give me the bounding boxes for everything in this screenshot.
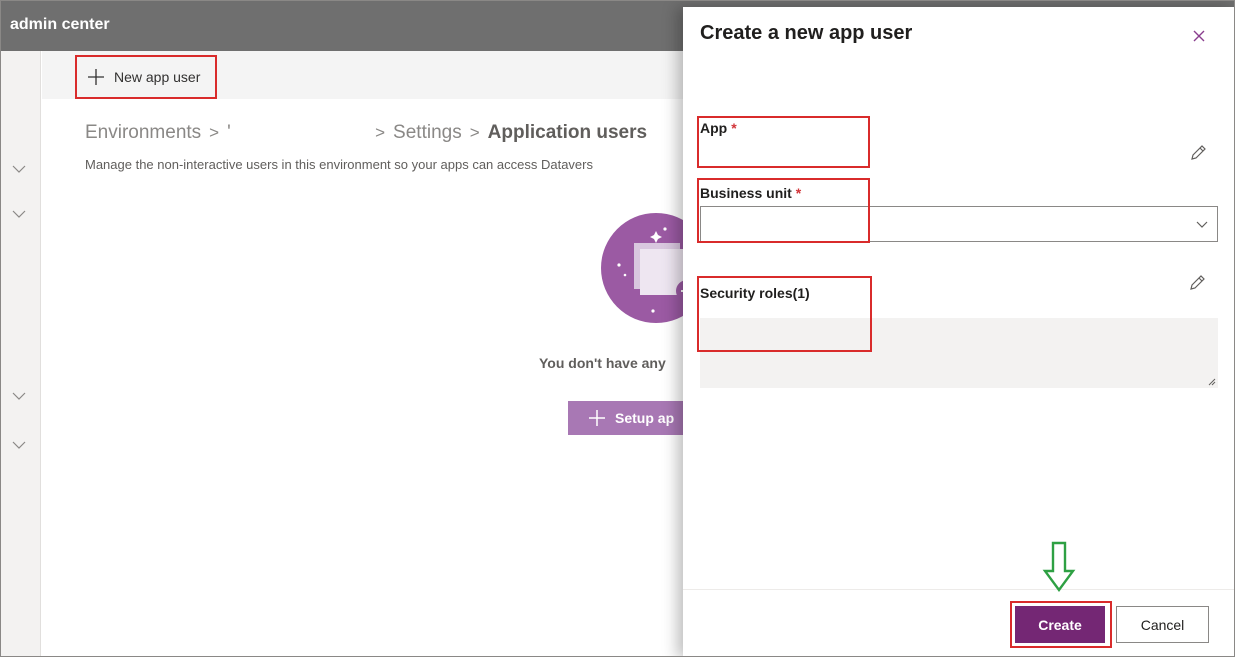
footer-divider bbox=[683, 589, 1234, 590]
breadcrumb-separator: > bbox=[375, 123, 386, 142]
chevron-down-icon[interactable] bbox=[11, 206, 27, 222]
app-edit-button[interactable] bbox=[1188, 143, 1208, 163]
panel-title: Create a new app user bbox=[700, 22, 913, 44]
breadcrumb-environment-name[interactable]: ' bbox=[227, 122, 367, 144]
chevron-down-icon[interactable] bbox=[11, 437, 27, 453]
setup-button-label: Setup ap bbox=[615, 410, 675, 426]
security-roles-edit-button[interactable] bbox=[1187, 273, 1207, 293]
plus-icon bbox=[589, 410, 605, 426]
business-unit-highlight bbox=[697, 178, 870, 243]
arrow-down-icon bbox=[1042, 541, 1076, 593]
plus-icon bbox=[88, 69, 104, 85]
resize-grip-icon[interactable] bbox=[1206, 376, 1216, 386]
create-button[interactable]: Create bbox=[1015, 606, 1105, 643]
breadcrumb-environments[interactable]: Environments bbox=[85, 122, 201, 144]
breadcrumb-separator: > bbox=[469, 123, 480, 142]
chevron-down-icon bbox=[1196, 221, 1208, 228]
pencil-icon bbox=[1190, 275, 1205, 290]
new-app-user-button[interactable]: New app user bbox=[75, 55, 217, 99]
chevron-down-icon[interactable] bbox=[11, 161, 27, 177]
cancel-button[interactable]: Cancel bbox=[1116, 606, 1209, 643]
breadcrumb-settings[interactable]: Settings bbox=[393, 122, 462, 144]
left-nav-rail bbox=[1, 51, 41, 656]
chevron-down-icon[interactable] bbox=[11, 388, 27, 404]
close-icon bbox=[1193, 30, 1205, 42]
screenshot-frame: admin center New app user Environments >… bbox=[0, 0, 1235, 657]
page-description: Manage the non-interactive users in this… bbox=[85, 157, 593, 172]
breadcrumb-application-users: Application users bbox=[487, 122, 648, 143]
app-field-highlight[interactable] bbox=[697, 116, 870, 168]
breadcrumb: Environments > ' > Settings > Applicatio… bbox=[85, 122, 647, 144]
new-app-user-label: New app user bbox=[114, 69, 201, 85]
empty-state-text: You don't have any bbox=[539, 355, 666, 371]
pencil-icon bbox=[1191, 145, 1206, 160]
security-roles-highlight bbox=[697, 276, 872, 352]
app-title: admin center bbox=[10, 16, 110, 33]
breadcrumb-separator: > bbox=[209, 123, 220, 142]
create-app-user-panel: Create a new app user App * Business unit… bbox=[683, 7, 1234, 656]
close-button[interactable] bbox=[1188, 25, 1210, 47]
